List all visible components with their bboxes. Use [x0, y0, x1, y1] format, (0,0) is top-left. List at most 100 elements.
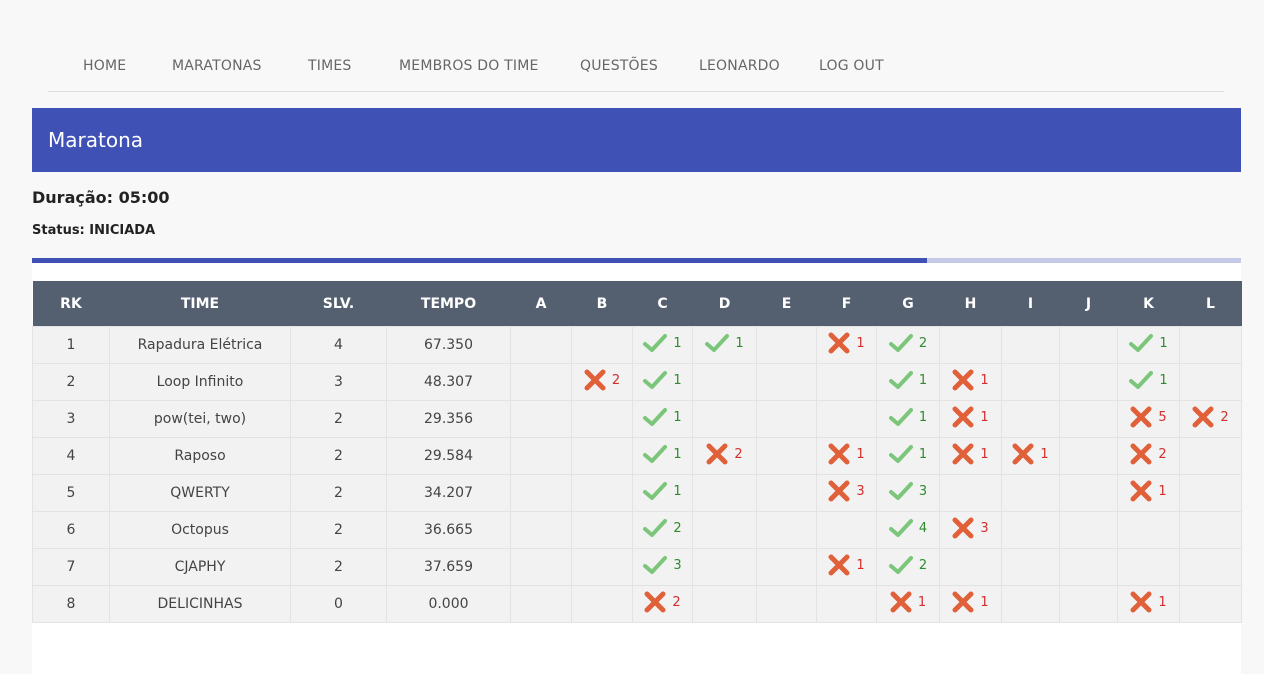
accepted-result: 1 [888, 370, 927, 390]
attempt-count: 3 [673, 557, 682, 573]
attempt-count: 1 [918, 409, 928, 425]
column-header-j: J [1059, 281, 1118, 327]
problem-cell-c: 1 [632, 363, 693, 401]
rank-cell: 2 [32, 363, 110, 401]
cross-icon [1192, 406, 1214, 428]
check-icon [705, 333, 730, 353]
problem-cell-h: 3 [939, 511, 1002, 549]
attempt-count: 1 [1159, 372, 1168, 388]
cross-icon [1130, 480, 1152, 502]
attempt-count: 4 [918, 520, 928, 536]
problem-cell-i [1001, 548, 1060, 586]
nav-log-out[interactable]: LOG OUT [819, 58, 884, 74]
team-name-cell: pow(tei, two) [109, 400, 291, 438]
rejected-result: 2 [1130, 443, 1167, 465]
rejected-result: 1 [1012, 443, 1049, 465]
table-header-row: RK TIME SLV. TEMPO A B C D E F G H I J K L [32, 281, 1242, 327]
nav-user-leonardo[interactable]: LEONARDO [699, 58, 780, 74]
contest-info: Duração: 05:00 Status: INICIADA [32, 172, 1241, 260]
problem-cell-b [571, 548, 633, 586]
nav-times[interactable]: TIMES [308, 58, 352, 74]
problem-cell-l [1179, 511, 1242, 549]
problem-cell-k [1117, 511, 1180, 549]
problem-cell-b [571, 511, 633, 549]
rejected-result: 2 [1192, 406, 1229, 428]
accepted-result: 1 [643, 370, 682, 390]
problem-cell-f: 1 [816, 548, 877, 586]
rank-cell: 3 [32, 400, 110, 438]
nav-questoes[interactable]: QUESTÕES [580, 58, 658, 74]
problem-cell-f: 3 [816, 474, 877, 512]
rejected-result: 1 [952, 369, 989, 391]
accepted-result: 1 [705, 333, 744, 353]
solved-count-cell: 2 [290, 548, 387, 586]
attempt-count: 1 [1158, 483, 1167, 499]
accepted-result: 2 [888, 555, 928, 575]
accepted-result: 1 [643, 407, 682, 427]
cross-icon [644, 591, 666, 613]
problem-cell-l [1179, 437, 1242, 475]
problem-cell-e [756, 474, 817, 512]
rejected-result: 3 [952, 517, 989, 539]
attempt-count: 5 [1158, 409, 1167, 425]
check-icon [643, 555, 668, 575]
penalty-time-cell: 67.350 [386, 326, 511, 364]
problem-cell-d [692, 511, 757, 549]
attempt-count: 2 [673, 520, 682, 536]
problem-cell-g: 3 [876, 474, 940, 512]
problem-cell-i [1001, 326, 1060, 364]
problem-cell-f: 1 [816, 326, 877, 364]
nav-maratonas[interactable]: MARATONAS [172, 58, 262, 74]
accepted-result: 1 [643, 481, 682, 501]
check-icon [643, 481, 668, 501]
column-header-rk: RK [32, 281, 110, 327]
problem-cell-c: 1 [632, 400, 693, 438]
problem-cell-a [510, 326, 572, 364]
problem-cell-j [1059, 474, 1118, 512]
cross-icon [828, 554, 850, 576]
problem-cell-h [939, 474, 1002, 512]
problem-cell-j [1059, 326, 1118, 364]
problem-cell-l: 2 [1179, 400, 1242, 438]
column-header-b: B [571, 281, 633, 327]
cross-icon [706, 443, 728, 465]
attempt-count: 2 [918, 557, 928, 573]
table-row: 1 Rapadura Elétrica 4 67.350 1 1 1 2 1 [32, 326, 1242, 364]
cross-icon [828, 480, 850, 502]
problem-cell-g: 1 [876, 400, 940, 438]
problem-cell-l [1179, 326, 1242, 364]
problem-cell-k: 1 [1117, 474, 1180, 512]
solved-count-cell: 4 [290, 326, 387, 364]
problem-cell-d [692, 400, 757, 438]
check-icon [643, 407, 668, 427]
penalty-time-cell: 29.356 [386, 400, 511, 438]
problem-cell-g: 1 [876, 437, 940, 475]
attempt-count: 2 [672, 594, 681, 610]
problem-cell-j [1059, 437, 1118, 475]
team-name-cell: Loop Infinito [109, 363, 291, 401]
problem-cell-d [692, 474, 757, 512]
attempt-count: 2 [918, 335, 928, 351]
table-row: 3 pow(tei, two) 2 29.356 1 1 1 5 2 [32, 400, 1242, 438]
cross-icon [828, 332, 850, 354]
problem-cell-a [510, 511, 572, 549]
progress-bar [32, 258, 1241, 263]
penalty-time-cell: 34.207 [386, 474, 511, 512]
problem-cell-j [1059, 548, 1118, 586]
column-header-h: H [939, 281, 1002, 327]
problem-cell-b [571, 400, 633, 438]
nav-home[interactable]: HOME [83, 58, 126, 74]
problem-cell-b: 2 [571, 363, 633, 401]
problem-cell-e [756, 437, 817, 475]
nav-membros-do-time[interactable]: MEMBROS DO TIME [399, 58, 539, 74]
problem-cell-h: 1 [939, 400, 1002, 438]
cross-icon [952, 591, 974, 613]
solved-count-cell: 2 [290, 511, 387, 549]
check-icon [888, 555, 913, 575]
accepted-result: 4 [888, 518, 928, 538]
problem-cell-e [756, 511, 817, 549]
rejected-result: 5 [1130, 406, 1167, 428]
problem-cell-a [510, 363, 572, 401]
problem-cell-l [1179, 548, 1242, 586]
attempt-count: 1 [673, 372, 682, 388]
